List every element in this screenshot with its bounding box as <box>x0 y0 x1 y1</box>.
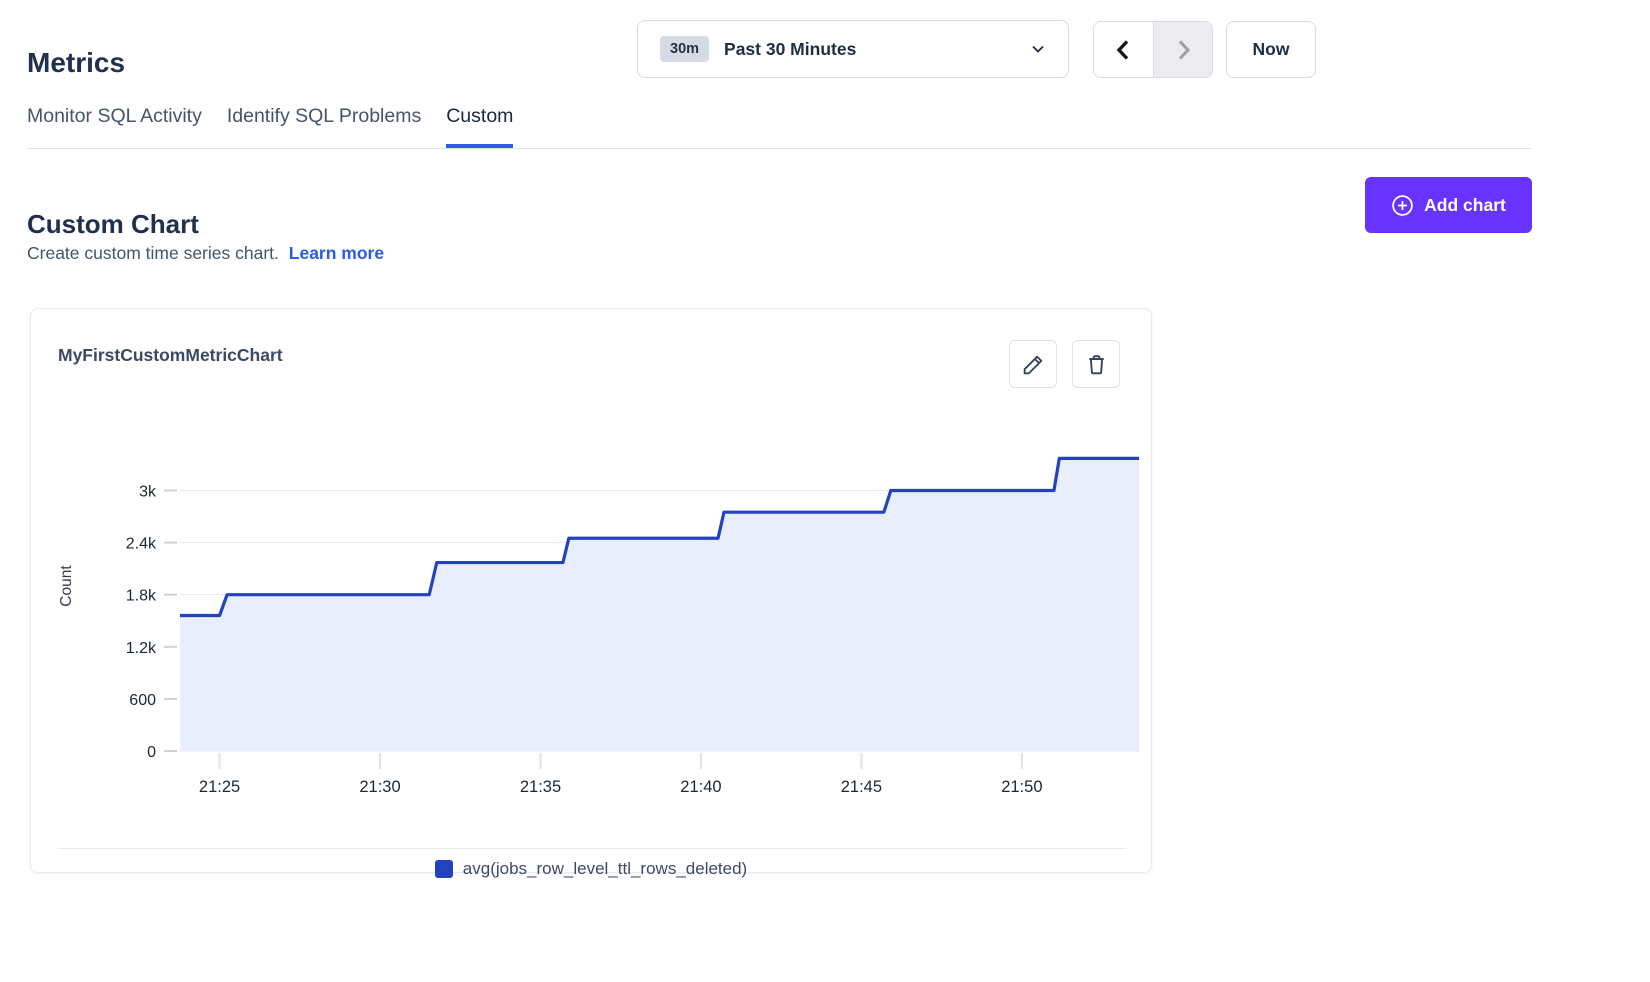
chevron-right-icon <box>1170 37 1196 63</box>
learn-more-link[interactable]: Learn more <box>289 243 384 263</box>
section-description-text: Create custom time series chart. <box>27 243 279 263</box>
time-prev-button[interactable] <box>1094 22 1153 77</box>
svg-text:Count: Count <box>58 565 75 607</box>
svg-text:3k: 3k <box>139 483 157 500</box>
legend-label: avg(jobs_row_level_ttl_rows_deleted) <box>463 859 747 879</box>
svg-text:2.4k: 2.4k <box>126 536 157 553</box>
chevron-left-icon <box>1111 37 1137 63</box>
svg-text:21:25: 21:25 <box>199 778 240 796</box>
svg-text:1.2k: 1.2k <box>126 640 157 657</box>
metrics-tabs: Monitor SQL Activity Identify SQL Proble… <box>27 104 513 148</box>
svg-text:21:50: 21:50 <box>1001 778 1042 796</box>
legend-swatch <box>435 860 453 878</box>
svg-text:21:45: 21:45 <box>841 778 882 796</box>
time-next-button[interactable] <box>1153 22 1212 77</box>
tabs-divider <box>27 148 1532 149</box>
time-window-label: Past 30 Minutes <box>724 39 1030 60</box>
page-title: Metrics <box>27 47 125 79</box>
tab-monitor-sql-activity[interactable]: Monitor SQL Activity <box>27 104 202 148</box>
svg-text:21:40: 21:40 <box>680 778 721 796</box>
custom-metric-chart: 0 600 1.2k 1.8k 2.4k 3k 21:25 21:30 21:35 21:40 21… <box>31 309 1153 809</box>
svg-text:21:30: 21:30 <box>359 778 400 796</box>
svg-text:21:35: 21:35 <box>520 778 561 796</box>
time-window-badge: 30m <box>660 36 709 62</box>
plus-circle-icon <box>1391 194 1414 217</box>
tab-identify-sql-problems[interactable]: Identify SQL Problems <box>227 104 421 148</box>
section-heading: Custom Chart <box>27 209 199 240</box>
svg-text:0: 0 <box>147 744 156 761</box>
chevron-down-icon <box>1030 41 1046 57</box>
now-button[interactable]: Now <box>1226 21 1316 78</box>
add-chart-label: Add chart <box>1424 195 1506 216</box>
custom-chart-card: MyFirstCustomMetricChart 06001.2k1.8k2.4… <box>30 308 1152 873</box>
card-divider <box>58 848 1126 849</box>
tab-custom[interactable]: Custom <box>446 104 513 148</box>
svg-text:600: 600 <box>129 692 156 709</box>
chart-legend: avg(jobs_row_level_ttl_rows_deleted) <box>31 859 1151 879</box>
time-window-selector[interactable]: 30m Past 30 Minutes <box>637 20 1069 78</box>
svg-text:1.8k: 1.8k <box>126 588 157 605</box>
time-nav-group <box>1093 21 1213 78</box>
section-description: Create custom time series chart. Learn m… <box>27 243 384 264</box>
add-chart-button[interactable]: Add chart <box>1365 177 1532 233</box>
